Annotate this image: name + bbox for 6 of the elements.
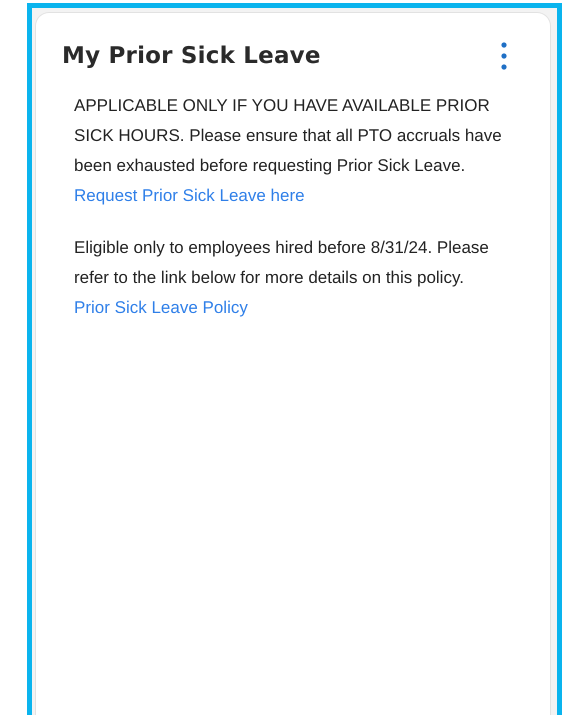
more-options-icon[interactable] [501,41,507,71]
policy-link[interactable]: Request Prior Sick Leave here [74,181,305,211]
policy-link[interactable]: Prior Sick Leave Policy [74,293,248,323]
info-paragraph: Eligible only to employees hired before 8/31/24. Please refer to the link below for more details on this policy. [74,237,490,289]
card-title: My Prior Sick Leave [62,43,321,69]
info-paragraph: APPLICABLE ONLY IF YOU HAVE AVAILABLE PRIOR SICK HOURS. Please ensure that all PTO accruals have been exhausted before requesting Prior Sick Leave. [74,95,503,177]
